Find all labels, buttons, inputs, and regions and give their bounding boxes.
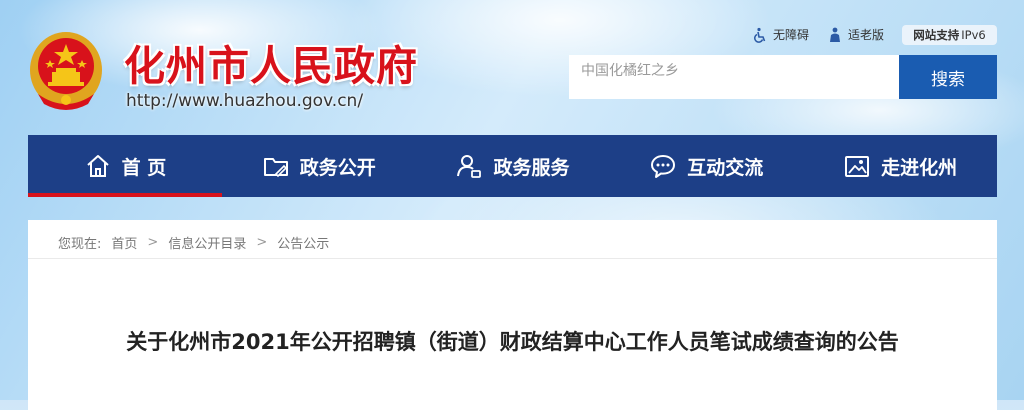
folder-icon — [263, 158, 288, 178]
breadcrumb-item-announcements[interactable]: 公告公示 — [277, 233, 329, 252]
breadcrumb-item-home[interactable]: 首页 — [111, 233, 137, 252]
article-title: 关于化州市2021年公开招聘镇（街道）财政结算中心工作人员笔试成绩查询的公告 — [126, 330, 899, 354]
home-icon — [86, 155, 109, 177]
breadcrumb-separator: > — [147, 235, 159, 250]
accessibility-link[interactable]: 无障碍 — [752, 26, 809, 43]
nav-item-label: 走进化州 — [881, 156, 958, 179]
site-title[interactable]: 化州市人民政府 — [124, 32, 418, 92]
ipv6-badge-text: IPv6 — [961, 28, 986, 42]
site-url[interactable]: http://www.huazhou.gov.cn/ — [126, 91, 363, 111]
nav-item-home[interactable]: 首 页 — [28, 135, 222, 197]
accessibility-label: 无障碍 — [773, 28, 810, 42]
ipv6-badge: 网站支持 IPv6 — [902, 25, 997, 45]
breadcrumb-separator: > — [256, 235, 268, 250]
nav-item-interaction[interactable]: 互动交流 — [609, 135, 803, 197]
nav-item-gov-affairs[interactable]: 政务公开 — [222, 135, 416, 197]
elderly-person-icon — [830, 27, 840, 42]
nav-item-label: 互动交流 — [687, 156, 764, 179]
content-panel: 您现在: 首页 > 信息公开目录 > 公告公示 关于化州市2021年公开招聘镇（… — [28, 220, 997, 410]
breadcrumb-prefix: 您现在: — [58, 237, 102, 252]
chat-icon — [651, 155, 676, 178]
main-nav: 首 页 政务公开 政务服务 互动交流 走进化州 — [28, 135, 997, 197]
search-button[interactable]: 搜索 — [899, 55, 997, 99]
wheelchair-icon — [754, 27, 766, 43]
nav-item-label: 首 页 — [121, 156, 167, 179]
picture-icon — [845, 156, 870, 177]
search-input[interactable] — [569, 55, 899, 99]
breadcrumb-item-info-catalog[interactable]: 信息公开目录 — [168, 233, 246, 252]
elderly-mode-link[interactable]: 适老版 — [827, 26, 884, 43]
nav-item-label: 政务服务 — [493, 156, 570, 179]
nav-item-label: 政务公开 — [299, 156, 376, 179]
user-service-icon — [457, 155, 482, 178]
nav-item-about-huazhou[interactable]: 走进化州 — [803, 135, 997, 197]
ipv6-badge-bold: 网站支持 — [913, 28, 960, 42]
breadcrumb-divider — [28, 258, 997, 259]
nav-item-gov-services[interactable]: 政务服务 — [416, 135, 610, 197]
national-emblem-icon — [30, 32, 102, 110]
elderly-mode-label: 适老版 — [848, 28, 885, 42]
breadcrumb: 您现在: 首页 > 信息公开目录 > 公告公示 — [58, 233, 329, 252]
